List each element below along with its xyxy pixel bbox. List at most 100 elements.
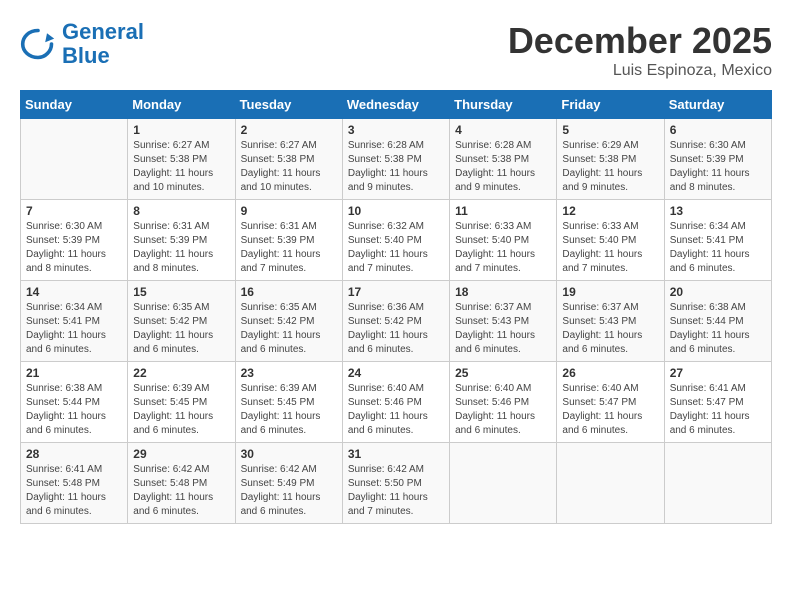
day-number: 30	[241, 447, 337, 461]
day-number: 12	[562, 204, 658, 218]
cell-info: Sunrise: 6:36 AMSunset: 5:42 PMDaylight:…	[348, 301, 444, 357]
cell-info: Sunrise: 6:35 AMSunset: 5:42 PMDaylight:…	[241, 301, 337, 357]
cell-info: Sunrise: 6:29 AMSunset: 5:38 PMDaylight:…	[562, 139, 658, 195]
cell-info: Sunrise: 6:30 AMSunset: 5:39 PMDaylight:…	[670, 139, 766, 195]
page-title: December 2025	[508, 20, 772, 62]
cell-info: Sunrise: 6:33 AMSunset: 5:40 PMDaylight:…	[562, 220, 658, 276]
calendar-cell: 21Sunrise: 6:38 AMSunset: 5:44 PMDayligh…	[21, 362, 128, 443]
day-number: 25	[455, 366, 551, 380]
logo: GeneralBlue	[20, 20, 144, 68]
day-number: 22	[133, 366, 229, 380]
cell-info: Sunrise: 6:38 AMSunset: 5:44 PMDaylight:…	[26, 382, 122, 438]
calendar-cell: 28Sunrise: 6:41 AMSunset: 5:48 PMDayligh…	[21, 443, 128, 524]
cell-info: Sunrise: 6:38 AMSunset: 5:44 PMDaylight:…	[670, 301, 766, 357]
page-subtitle: Luis Espinoza, Mexico	[508, 62, 772, 80]
day-number: 19	[562, 285, 658, 299]
column-header-thursday: Thursday	[450, 91, 557, 119]
day-number: 28	[26, 447, 122, 461]
calendar-body: 1 Sunrise: 6:27 AMSunset: 5:38 PMDaylight…	[21, 119, 772, 524]
cell-info: Sunrise: 6:40 AMSunset: 5:47 PMDaylight:…	[562, 382, 658, 438]
column-header-sunday: Sunday	[21, 91, 128, 119]
calendar-cell: 5Sunrise: 6:29 AMSunset: 5:38 PMDaylight…	[557, 119, 664, 200]
column-header-wednesday: Wednesday	[342, 91, 449, 119]
day-number: 8	[133, 204, 229, 218]
calendar-cell: 23 Sunrise: 6:39 AMSunset: 5:45 PMDayligh…	[235, 362, 342, 443]
day-number: 1	[133, 123, 229, 137]
day-number: 11	[455, 204, 551, 218]
calendar-cell: 9 Sunrise: 6:31 AMSunset: 5:39 PMDaylight…	[235, 200, 342, 281]
day-number: 29	[133, 447, 229, 461]
cell-info: Sunrise: 6:39 AMSunset: 5:45 PMDaylight:…	[133, 382, 229, 438]
day-number: 27	[670, 366, 766, 380]
cell-info: Sunrise: 6:27 AMSunset: 5:38 PMDaylight:…	[133, 139, 229, 195]
calendar-cell	[21, 119, 128, 200]
day-number: 2	[241, 123, 337, 137]
calendar-cell: 29 Sunrise: 6:42 AMSunset: 5:48 PMDayligh…	[128, 443, 235, 524]
day-number: 17	[348, 285, 444, 299]
day-number: 15	[133, 285, 229, 299]
day-number: 18	[455, 285, 551, 299]
calendar-cell: 11 Sunrise: 6:33 AMSunset: 5:40 PMDayligh…	[450, 200, 557, 281]
calendar-cell: 1 Sunrise: 6:27 AMSunset: 5:38 PMDaylight…	[128, 119, 235, 200]
calendar-cell: 4 Sunrise: 6:28 AMSunset: 5:38 PMDaylight…	[450, 119, 557, 200]
day-number: 13	[670, 204, 766, 218]
cell-info: Sunrise: 6:40 AMSunset: 5:46 PMDaylight:…	[348, 382, 444, 438]
calendar-cell: 26Sunrise: 6:40 AMSunset: 5:47 PMDayligh…	[557, 362, 664, 443]
day-number: 16	[241, 285, 337, 299]
day-number: 20	[670, 285, 766, 299]
day-number: 24	[348, 366, 444, 380]
cell-info: Sunrise: 6:42 AMSunset: 5:48 PMDaylight:…	[133, 463, 229, 519]
header-row: SundayMondayTuesdayWednesdayThursdayFrid…	[21, 91, 772, 119]
day-number: 6	[670, 123, 766, 137]
cell-info: Sunrise: 6:31 AMSunset: 5:39 PMDaylight:…	[241, 220, 337, 276]
calendar-cell: 16 Sunrise: 6:35 AMSunset: 5:42 PMDayligh…	[235, 281, 342, 362]
cell-info: Sunrise: 6:30 AMSunset: 5:39 PMDaylight:…	[26, 220, 122, 276]
calendar-header: SundayMondayTuesdayWednesdayThursdayFrid…	[21, 91, 772, 119]
calendar-cell: 2 Sunrise: 6:27 AMSunset: 5:38 PMDaylight…	[235, 119, 342, 200]
calendar-cell: 19 Sunrise: 6:37 AMSunset: 5:43 PMDayligh…	[557, 281, 664, 362]
cell-info: Sunrise: 6:35 AMSunset: 5:42 PMDaylight:…	[133, 301, 229, 357]
calendar-cell: 12 Sunrise: 6:33 AMSunset: 5:40 PMDayligh…	[557, 200, 664, 281]
cell-info: Sunrise: 6:33 AMSunset: 5:40 PMDaylight:…	[455, 220, 551, 276]
cell-info: Sunrise: 6:39 AMSunset: 5:45 PMDaylight:…	[241, 382, 337, 438]
logo-icon	[20, 26, 56, 62]
calendar-cell	[450, 443, 557, 524]
calendar-cell: 7 Sunrise: 6:30 AMSunset: 5:39 PMDaylight…	[21, 200, 128, 281]
cell-info: Sunrise: 6:42 AMSunset: 5:49 PMDaylight:…	[241, 463, 337, 519]
cell-info: Sunrise: 6:28 AMSunset: 5:38 PMDaylight:…	[455, 139, 551, 195]
cell-info: Sunrise: 6:34 AMSunset: 5:41 PMDaylight:…	[670, 220, 766, 276]
header: GeneralBlue December 2025 Luis Espinoza,…	[20, 20, 772, 80]
title-area: December 2025 Luis Espinoza, Mexico	[508, 20, 772, 80]
day-number: 14	[26, 285, 122, 299]
week-row-5: 28Sunrise: 6:41 AMSunset: 5:48 PMDayligh…	[21, 443, 772, 524]
cell-info: Sunrise: 6:42 AMSunset: 5:50 PMDaylight:…	[348, 463, 444, 519]
calendar-cell: 13 Sunrise: 6:34 AMSunset: 5:41 PMDayligh…	[664, 200, 771, 281]
calendar-cell: 15 Sunrise: 6:35 AMSunset: 5:42 PMDayligh…	[128, 281, 235, 362]
cell-info: Sunrise: 6:37 AMSunset: 5:43 PMDaylight:…	[455, 301, 551, 357]
day-number: 31	[348, 447, 444, 461]
day-number: 23	[241, 366, 337, 380]
week-row-4: 21Sunrise: 6:38 AMSunset: 5:44 PMDayligh…	[21, 362, 772, 443]
calendar-cell: 30 Sunrise: 6:42 AMSunset: 5:49 PMDayligh…	[235, 443, 342, 524]
calendar-cell: 22 Sunrise: 6:39 AMSunset: 5:45 PMDayligh…	[128, 362, 235, 443]
cell-info: Sunrise: 6:27 AMSunset: 5:38 PMDaylight:…	[241, 139, 337, 195]
day-number: 3	[348, 123, 444, 137]
column-header-saturday: Saturday	[664, 91, 771, 119]
column-header-friday: Friday	[557, 91, 664, 119]
calendar-cell: 3 Sunrise: 6:28 AMSunset: 5:38 PMDaylight…	[342, 119, 449, 200]
calendar-cell: 6 Sunrise: 6:30 AMSunset: 5:39 PMDaylight…	[664, 119, 771, 200]
cell-info: Sunrise: 6:31 AMSunset: 5:39 PMDaylight:…	[133, 220, 229, 276]
day-number: 9	[241, 204, 337, 218]
calendar-cell: 24 Sunrise: 6:40 AMSunset: 5:46 PMDayligh…	[342, 362, 449, 443]
calendar-cell: 8 Sunrise: 6:31 AMSunset: 5:39 PMDaylight…	[128, 200, 235, 281]
cell-info: Sunrise: 6:32 AMSunset: 5:40 PMDaylight:…	[348, 220, 444, 276]
cell-info: Sunrise: 6:34 AMSunset: 5:41 PMDaylight:…	[26, 301, 122, 357]
calendar-cell: 27Sunrise: 6:41 AMSunset: 5:47 PMDayligh…	[664, 362, 771, 443]
cell-info: Sunrise: 6:37 AMSunset: 5:43 PMDaylight:…	[562, 301, 658, 357]
calendar-cell: 20 Sunrise: 6:38 AMSunset: 5:44 PMDayligh…	[664, 281, 771, 362]
cell-info: Sunrise: 6:28 AMSunset: 5:38 PMDaylight:…	[348, 139, 444, 195]
day-number: 7	[26, 204, 122, 218]
day-number: 4	[455, 123, 551, 137]
day-number: 10	[348, 204, 444, 218]
calendar-cell: 25Sunrise: 6:40 AMSunset: 5:46 PMDayligh…	[450, 362, 557, 443]
